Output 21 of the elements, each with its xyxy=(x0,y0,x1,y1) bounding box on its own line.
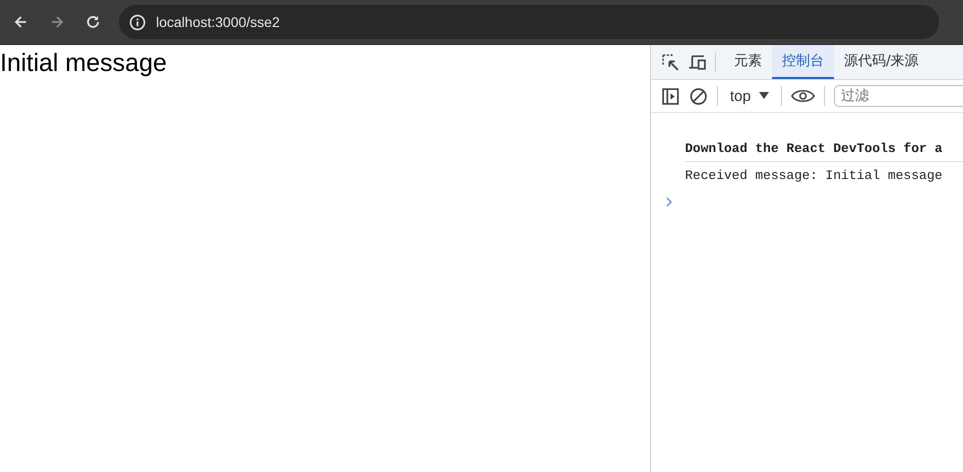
filter-field[interactable]: 过滤 xyxy=(834,85,963,107)
prompt-chevron-icon[interactable] xyxy=(665,196,673,208)
context-dropdown[interactable]: top xyxy=(727,88,772,104)
console-message: Received message: Initial message xyxy=(685,168,942,182)
address-bar[interactable]: localhost:3000/sse2 xyxy=(119,5,939,39)
devtools-tab[interactable]: 元素 xyxy=(724,45,772,79)
console-message: Download the React DevTools for a xyxy=(685,140,942,156)
devtools-tab[interactable]: 源代码/来源 xyxy=(834,45,929,79)
reload-icon[interactable] xyxy=(85,14,101,30)
eye-icon[interactable] xyxy=(790,88,815,104)
info-icon[interactable] xyxy=(129,14,146,30)
forward-icon[interactable] xyxy=(49,14,65,30)
url-text: localhost:3000/sse2 xyxy=(156,14,280,30)
caret-icon xyxy=(758,92,769,100)
page-heading: Initial message xyxy=(0,48,167,79)
back-icon[interactable] xyxy=(13,14,29,30)
devtools-tab[interactable]: 控制台 xyxy=(772,45,834,79)
inspect-icon[interactable] xyxy=(661,52,680,72)
device-toolbar-icon[interactable] xyxy=(688,52,707,72)
clear-console-icon[interactable] xyxy=(689,86,708,106)
sidebar-toggle-icon[interactable] xyxy=(661,86,680,106)
